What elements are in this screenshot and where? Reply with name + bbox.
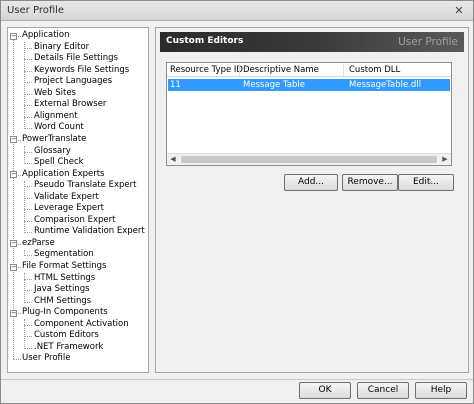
user-profile-window: User Profile ✕ Application − Binary Editor… (0, 0, 474, 404)
tree-item[interactable]: Details File Settings (34, 53, 118, 65)
tree-item[interactable]: Application Experts (22, 169, 104, 181)
collapse-icon[interactable]: − (10, 32, 17, 40)
tree-item[interactable]: Custom Editors (34, 330, 99, 342)
tree-connector (24, 273, 25, 303)
tree-item[interactable]: CHM Settings (34, 296, 91, 308)
ok-button[interactable]: OK (299, 382, 351, 399)
tree-connector (24, 319, 25, 349)
tree-item[interactable]: Project Languages (34, 76, 112, 88)
tree-item[interactable]: Word Count (34, 122, 84, 134)
panel-subtitle: User Profile (398, 36, 458, 48)
tree-connector (24, 324, 32, 326)
tree-connector (24, 232, 32, 234)
tree-item[interactable]: Validate Expert (34, 192, 99, 204)
collapse-icon[interactable]: − (10, 136, 17, 144)
tree-item[interactable]: Glossary (34, 146, 71, 158)
scroll-right-icon[interactable]: ▶ (439, 154, 451, 165)
tree-item[interactable]: External Browser (34, 99, 106, 111)
tree-item[interactable]: Java Settings (34, 284, 90, 296)
cancel-button[interactable]: Cancel (357, 382, 409, 399)
tree-item[interactable]: File Format Settings (22, 261, 106, 273)
tree-item[interactable]: Leverage Expert (34, 203, 104, 215)
custom-editors-list[interactable]: Resource Type ID Descriptive Name Custom… (166, 62, 452, 166)
column-header-resource-type-id[interactable]: Resource Type ID (170, 65, 243, 75)
help-button[interactable]: Help (415, 382, 467, 399)
tree-connector (24, 255, 32, 257)
cell-resource-type-id: 11 (170, 80, 181, 90)
column-separator[interactable] (343, 64, 344, 76)
collapse-icon[interactable]: − (10, 240, 17, 248)
column-header-descriptive-name[interactable]: Descriptive Name (243, 65, 319, 75)
tree-connector (24, 151, 32, 153)
tree-connector (24, 47, 32, 49)
tree-connector (24, 278, 32, 280)
add-button[interactable]: Add... (284, 174, 338, 191)
tree-connector (24, 128, 32, 130)
tree-connector (24, 186, 32, 188)
panel-header: Custom Editors User Profile (160, 32, 464, 52)
tree-connector (24, 220, 32, 222)
tree-connector (24, 301, 32, 303)
tree-item[interactable]: PowerTranslate (22, 134, 86, 146)
settings-tree[interactable]: Application − Binary Editor Details File Se… (7, 27, 149, 373)
tree-item[interactable]: Plug-In Components (22, 307, 108, 319)
list-header: Resource Type ID Descriptive Name Custom… (167, 63, 451, 77)
tree-connector (24, 82, 32, 84)
column-header-custom-dll[interactable]: Custom DLL (349, 65, 400, 75)
close-icon[interactable]: ✕ (451, 4, 467, 18)
list-row-selected[interactable]: 11 Message Table MessageTable.dll (168, 79, 450, 91)
tree-connector (24, 93, 32, 95)
tree-item[interactable]: Alignment (34, 111, 78, 123)
remove-button[interactable]: Remove... (342, 174, 398, 191)
tree-item[interactable]: Application (22, 30, 70, 42)
cell-custom-dll: MessageTable.dll (349, 80, 422, 90)
tree-connector (24, 209, 32, 211)
tree-connector (24, 59, 32, 61)
tree-connector (24, 347, 32, 349)
tree-item[interactable]: Binary Editor (34, 42, 89, 54)
tree-connector (24, 145, 25, 165)
horizontal-scrollbar[interactable]: ◀ ▶ (167, 153, 451, 165)
column-separator[interactable] (239, 64, 240, 76)
title-bar: User Profile ✕ (1, 1, 473, 21)
footer-divider (1, 379, 473, 380)
tree-item[interactable]: HTML Settings (34, 273, 95, 285)
edit-button[interactable]: Edit... (398, 174, 454, 191)
tree-connector (24, 116, 32, 118)
window-title: User Profile (7, 5, 65, 16)
custom-editors-panel: Custom Editors User Profile Resource Typ… (155, 27, 469, 373)
tree-item[interactable]: ezParse (22, 238, 55, 250)
tree-item[interactable]: User Profile (22, 353, 71, 365)
tree-connector (24, 336, 32, 338)
tree-connector (24, 163, 32, 165)
collapse-icon[interactable]: − (10, 263, 17, 271)
tree-item[interactable]: .NET Framework (34, 342, 103, 354)
tree-item[interactable]: Keywords File Settings (34, 65, 129, 77)
tree-item[interactable]: Runtime Validation Expert (34, 226, 145, 238)
panel-title: Custom Editors (166, 36, 244, 46)
tree-item[interactable]: Component Activation (34, 319, 129, 331)
collapse-icon[interactable]: − (10, 309, 17, 317)
tree-item[interactable]: Comparison Expert (34, 215, 115, 227)
tree-connector (24, 105, 32, 107)
cell-descriptive-name: Message Table (243, 80, 305, 90)
tree-item[interactable]: Pseudo Translate Expert (34, 180, 136, 192)
tree-item[interactable]: Web Sites (34, 88, 76, 100)
tree-connector (24, 197, 32, 199)
tree-item[interactable]: Spell Check (34, 157, 84, 169)
tree-connector (24, 70, 32, 72)
scroll-thumb[interactable] (181, 156, 437, 163)
tree-connector (24, 290, 32, 292)
collapse-icon[interactable]: − (10, 171, 17, 179)
tree-item[interactable]: Segmentation (34, 249, 94, 261)
scroll-left-icon[interactable]: ◀ (167, 154, 179, 165)
tree-connector (13, 359, 21, 361)
tree-connector (24, 180, 25, 234)
